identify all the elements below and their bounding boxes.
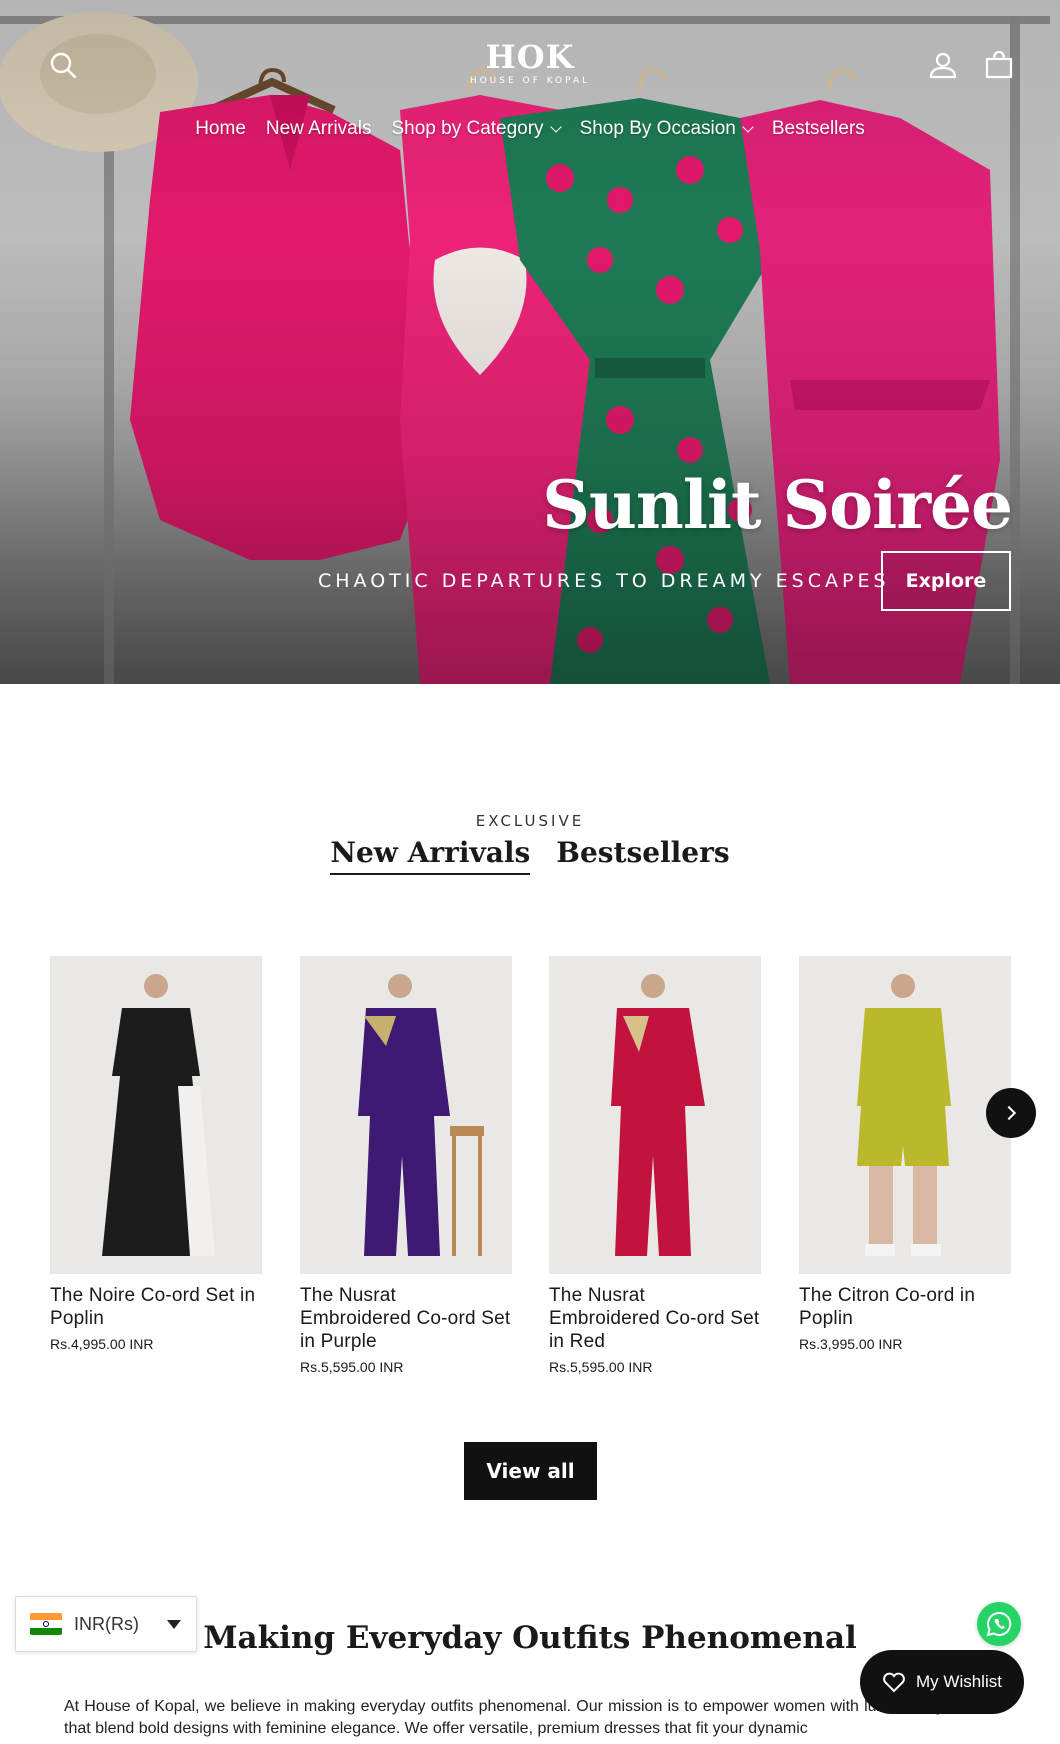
nav-bestsellers[interactable]: Bestsellers — [772, 118, 865, 140]
currency-selector[interactable]: INR(Rs) — [15, 1596, 197, 1652]
wishlist-button[interactable]: My Wishlist — [860, 1650, 1024, 1714]
account-icon[interactable] — [926, 48, 960, 82]
whatsapp-button[interactable] — [977, 1602, 1021, 1646]
collection-tabs: New Arrivals Bestsellers — [0, 836, 1060, 875]
product-title[interactable]: The Noire Co-ord Set in Poplin — [50, 1284, 262, 1330]
product-image[interactable] — [300, 956, 512, 1274]
cart-icon[interactable] — [982, 48, 1016, 82]
nav-home[interactable]: Home — [195, 118, 246, 140]
logo-subtitle: HOUSE OF KOPAL — [469, 76, 591, 86]
india-flag-icon — [30, 1613, 62, 1635]
tab-new-arrivals[interactable]: New Arrivals — [330, 836, 531, 875]
nav-new-arrivals-label: New Arrivals — [265, 118, 372, 139]
product-card[interactable]: The Citron Co-ord in Poplin Rs.3,995.00 … — [799, 956, 1011, 1352]
nav-bestsellers-label: Bestsellers — [771, 118, 865, 139]
currency-label: INR(Rs) — [74, 1613, 139, 1634]
nav-shop-by-category[interactable]: Shop by Category — [391, 118, 562, 140]
nav-home-label: Home — [195, 118, 246, 139]
nav-shop-by-occasion-label: Shop By Occasion — [579, 118, 736, 139]
hero-subtitle: CHAOTIC DEPARTURES TO DREAMY ESCAPES — [318, 570, 890, 592]
product-title[interactable]: The Citron Co-ord in Poplin — [799, 1284, 1011, 1330]
main-navigation: Home New Arrivals Shop by Category Shop … — [0, 118, 1060, 140]
hero-banner: HOK HOUSE OF KOPAL Home New Arrivals Sho… — [0, 0, 1060, 684]
carousel-next-button[interactable] — [986, 1088, 1036, 1138]
caret-down-icon — [167, 1619, 181, 1629]
product-title[interactable]: The Nusrat Embroidered Co-ord Set in Red — [549, 1284, 761, 1353]
nav-new-arrivals[interactable]: New Arrivals — [266, 118, 372, 140]
view-all-button[interactable]: View all — [464, 1442, 597, 1500]
brand-logo[interactable]: HOK HOUSE OF KOPAL — [430, 40, 630, 86]
product-image[interactable] — [549, 956, 761, 1274]
chevron-down-icon — [549, 121, 562, 133]
nav-shop-by-occasion[interactable]: Shop By Occasion — [579, 118, 754, 140]
product-image[interactable] — [50, 956, 262, 1274]
product-price: Rs.5,595.00 INR — [549, 1359, 653, 1375]
product-card[interactable]: The Nusrat Embroidered Co-ord Set in Red… — [549, 956, 761, 1375]
product-price: Rs.3,995.00 INR — [799, 1336, 903, 1352]
explore-button[interactable]: Explore — [881, 551, 1011, 611]
wishlist-label: My Wishlist — [916, 1672, 1002, 1691]
search-icon[interactable] — [46, 48, 80, 82]
logo-mark: HOK — [485, 38, 575, 76]
product-title[interactable]: The Nusrat Embroidered Co-ord Set in Pur… — [300, 1284, 512, 1353]
tab-bestsellers[interactable]: Bestsellers — [556, 836, 729, 875]
heart-icon — [883, 1672, 905, 1693]
product-image[interactable] — [799, 956, 1011, 1274]
section-eyebrow: EXCLUSIVE — [475, 812, 585, 830]
whatsapp-icon — [986, 1611, 1012, 1637]
product-price: Rs.5,595.00 INR — [300, 1359, 404, 1375]
about-text: At House of Kopal, we believe in making … — [64, 1698, 1000, 1737]
product-price: Rs.4,995.00 INR — [50, 1336, 154, 1352]
product-card[interactable]: The Noire Co-ord Set in Poplin Rs.4,995.… — [50, 956, 262, 1352]
hero-title: Sunlit Soirée — [542, 466, 1013, 544]
chevron-down-icon — [742, 121, 754, 133]
nav-shop-by-category-label: Shop by Category — [391, 118, 544, 139]
chevron-right-icon — [1001, 1105, 1017, 1121]
product-card[interactable]: The Nusrat Embroidered Co-ord Set in Pur… — [300, 956, 512, 1375]
